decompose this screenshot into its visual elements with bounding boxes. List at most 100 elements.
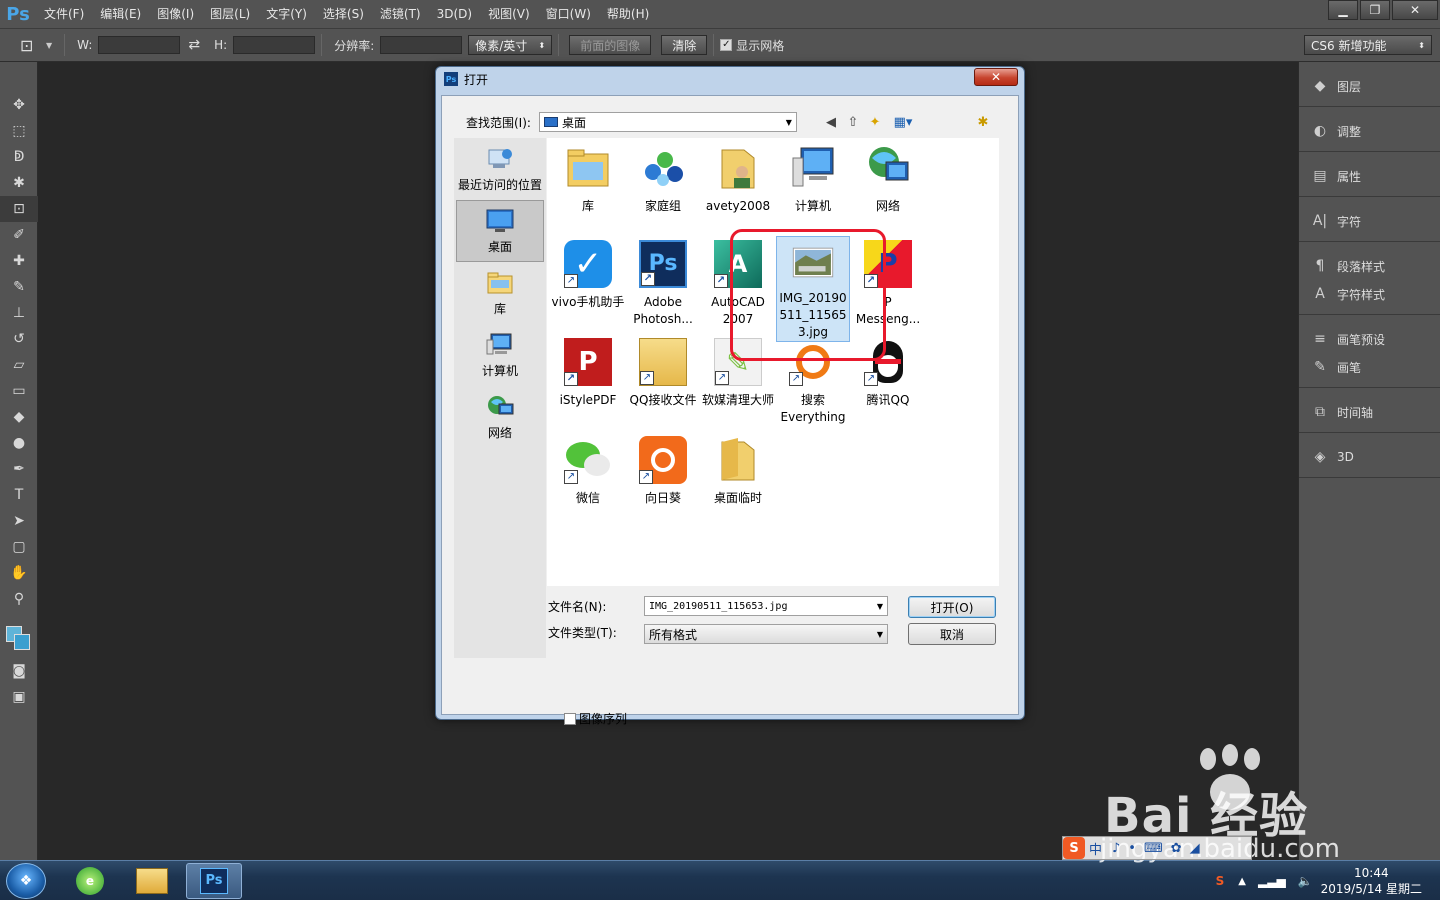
minimize-button[interactable]: ▁ [1328, 0, 1358, 20]
filename-input[interactable]: IMG_20190511_115653.jpg ▼ [644, 596, 888, 616]
close-app-button[interactable]: ✕ [1392, 0, 1438, 20]
dock-item-brush-presets[interactable]: ≡ 画笔预设 [1299, 325, 1440, 353]
height-field[interactable] [233, 36, 316, 54]
menu-image[interactable]: 图像(I) [149, 0, 202, 28]
open-button[interactable]: 打开(O) [908, 596, 996, 618]
dock-item-properties[interactable]: ▤ 属性 [1299, 162, 1440, 190]
eyedropper-tool-icon[interactable]: ✐ [0, 222, 38, 248]
menu-type[interactable]: 文字(Y) [258, 0, 315, 28]
dodge-tool-icon[interactable]: ● [0, 430, 38, 456]
place-desktop[interactable]: 桌面 [456, 200, 544, 262]
menu-layer[interactable]: 图层(L) [202, 0, 258, 28]
lookin-select[interactable]: 桌面 ▼ [538, 112, 797, 132]
color-swatches[interactable] [0, 612, 37, 658]
menu-view[interactable]: 视图(V) [480, 0, 538, 28]
favorites-icon[interactable]: ✱ [974, 114, 992, 130]
taskbar-photoshop[interactable]: Ps [186, 863, 242, 899]
file-item-wechat[interactable]: ↗ 微信 [551, 432, 625, 507]
start-button[interactable]: ❖ [6, 863, 46, 899]
network-signal-icon[interactable]: ▂▃▅ [1258, 874, 1286, 888]
file-item-sunlogin[interactable]: ↗ 向日葵 [626, 432, 700, 507]
place-network[interactable]: 网络 [456, 386, 544, 448]
sogou-tray-icon[interactable]: S [1216, 874, 1225, 888]
file-item-temp-folder[interactable]: 桌面临时 [701, 432, 775, 507]
lasso-tool-icon[interactable]: ↁ [0, 144, 38, 170]
type-tool-icon[interactable]: T [0, 482, 38, 508]
file-item-libraries[interactable]: 库 [551, 140, 625, 215]
pen-tool-icon[interactable]: ✒ [0, 456, 38, 482]
background-color-swatch[interactable] [14, 634, 30, 650]
swap-icon[interactable]: ⇄ [188, 37, 200, 53]
quick-mask-icon[interactable]: ◙ [0, 658, 38, 684]
dock-item-paragraph-styles[interactable]: ¶ 段落样式 [1299, 252, 1440, 280]
brush-tool-icon[interactable]: ✎ [0, 274, 38, 300]
filetype-select[interactable]: 所有格式 ▼ [644, 624, 888, 644]
healing-brush-tool-icon[interactable]: ✚ [0, 248, 38, 274]
taskbar-explorer[interactable] [124, 863, 180, 899]
file-item-vivo[interactable]: ✓ ↗ vivo手机助手 [551, 236, 625, 311]
file-item-network[interactable]: 网络 [851, 140, 925, 215]
show-grid-checkbox[interactable]: ✓ [720, 39, 733, 51]
move-tool-icon[interactable]: ✥ [0, 92, 38, 118]
file-item-computer[interactable]: 计算机 [776, 140, 850, 215]
menu-file[interactable]: 文件(F) [36, 0, 92, 28]
menu-window[interactable]: 窗口(W) [538, 0, 599, 28]
dock-item-3d[interactable]: ◈ 3D [1299, 443, 1440, 471]
file-item-photoshop[interactable]: Ps ↗ Adobe Photosh... [626, 236, 700, 328]
taskbar-browser[interactable]: e [62, 863, 118, 899]
file-item-qq-received[interactable]: ↗ QQ接收文件 [626, 334, 700, 409]
menu-select[interactable]: 选择(S) [315, 0, 372, 28]
unit-select[interactable]: 像素/英寸 ⬍ [468, 35, 553, 55]
dock-item-layers[interactable]: ◆ 图层 [1299, 72, 1440, 100]
gradient-tool-icon[interactable]: ▭ [0, 378, 38, 404]
zoom-tool-icon[interactable]: ⚲ [0, 586, 38, 612]
resolution-field[interactable] [380, 36, 463, 54]
crop-tool-icon[interactable]: ⊡ [0, 196, 38, 222]
dialog-close-button[interactable]: ✕ [974, 68, 1018, 86]
menu-help[interactable]: 帮助(H) [599, 0, 657, 28]
dock-item-brush[interactable]: ✎ 画笔 [1299, 353, 1440, 381]
volume-muted-icon[interactable]: 🔈 [1298, 874, 1313, 888]
view-menu-icon[interactable]: ▦▾ [890, 114, 916, 130]
image-sequence-option[interactable]: 图像序列 [564, 710, 627, 727]
back-icon[interactable]: ◀ [822, 114, 840, 130]
dock-item-timeline[interactable]: ⧉ 时间轴 [1299, 398, 1440, 426]
up-folder-icon[interactable]: ⇧ [844, 114, 862, 130]
stamp-tool-icon[interactable]: ⊥ [0, 300, 38, 326]
clock[interactable]: 10:44 2019/5/14 星期二 [1321, 865, 1422, 897]
width-field[interactable] [98, 36, 181, 54]
menu-3d[interactable]: 3D(D) [429, 0, 480, 28]
marquee-tool-icon[interactable]: ⬚ [0, 118, 38, 144]
image-sequence-checkbox[interactable] [564, 712, 576, 725]
magic-wand-tool-icon[interactable]: ✱ [0, 170, 38, 196]
file-item-homegroup[interactable]: 家庭组 [626, 140, 700, 215]
menu-filter[interactable]: 滤镜(T) [372, 0, 429, 28]
cancel-button[interactable]: 取消 [908, 623, 996, 645]
eraser-tool-icon[interactable]: ▱ [0, 352, 38, 378]
file-item-user[interactable]: avety2008 [701, 140, 775, 215]
dock-item-character-styles[interactable]: A 字符样式 [1299, 280, 1440, 308]
shape-tool-icon[interactable]: ▢ [0, 534, 38, 560]
dialog-titlebar[interactable]: Ps 打开 [436, 67, 1024, 91]
restore-button[interactable]: ❐ [1360, 0, 1390, 20]
ime-toolbar[interactable]: S 中 ♪•⌨✿◢ [1062, 836, 1252, 860]
place-computer[interactable]: 计算机 [456, 324, 544, 386]
hand-tool-icon[interactable]: ✋ [0, 560, 38, 586]
crop-tool-icon[interactable]: ⊡ [20, 36, 46, 55]
file-item-istylepdf[interactable]: P ↗ iStylePDF [551, 334, 625, 409]
menu-edit[interactable]: 编辑(E) [92, 0, 149, 28]
blur-tool-icon[interactable]: ◆ [0, 404, 38, 430]
place-recent[interactable]: 最近访问的位置 [456, 138, 544, 200]
place-libraries[interactable]: 库 [456, 262, 544, 324]
history-brush-tool-icon[interactable]: ↺ [0, 326, 38, 352]
path-select-tool-icon[interactable]: ➤ [0, 508, 38, 534]
clear-button[interactable]: 清除 [661, 35, 708, 55]
workspace-select[interactable]: CS6 新增功能 ⬍ [1304, 35, 1432, 55]
screen-mode-icon[interactable]: ▣ [0, 684, 38, 710]
show-hidden-icons-icon[interactable]: ▲ [1238, 876, 1246, 887]
chevron-down-icon[interactable]: ▼ [46, 41, 52, 50]
dock-item-adjustments[interactable]: ◐ 调整 [1299, 117, 1440, 145]
new-folder-icon[interactable]: ✦ [866, 114, 884, 130]
dock-item-character[interactable]: A| 字符 [1299, 207, 1440, 235]
front-image-button[interactable]: 前面的图像 [569, 35, 652, 55]
